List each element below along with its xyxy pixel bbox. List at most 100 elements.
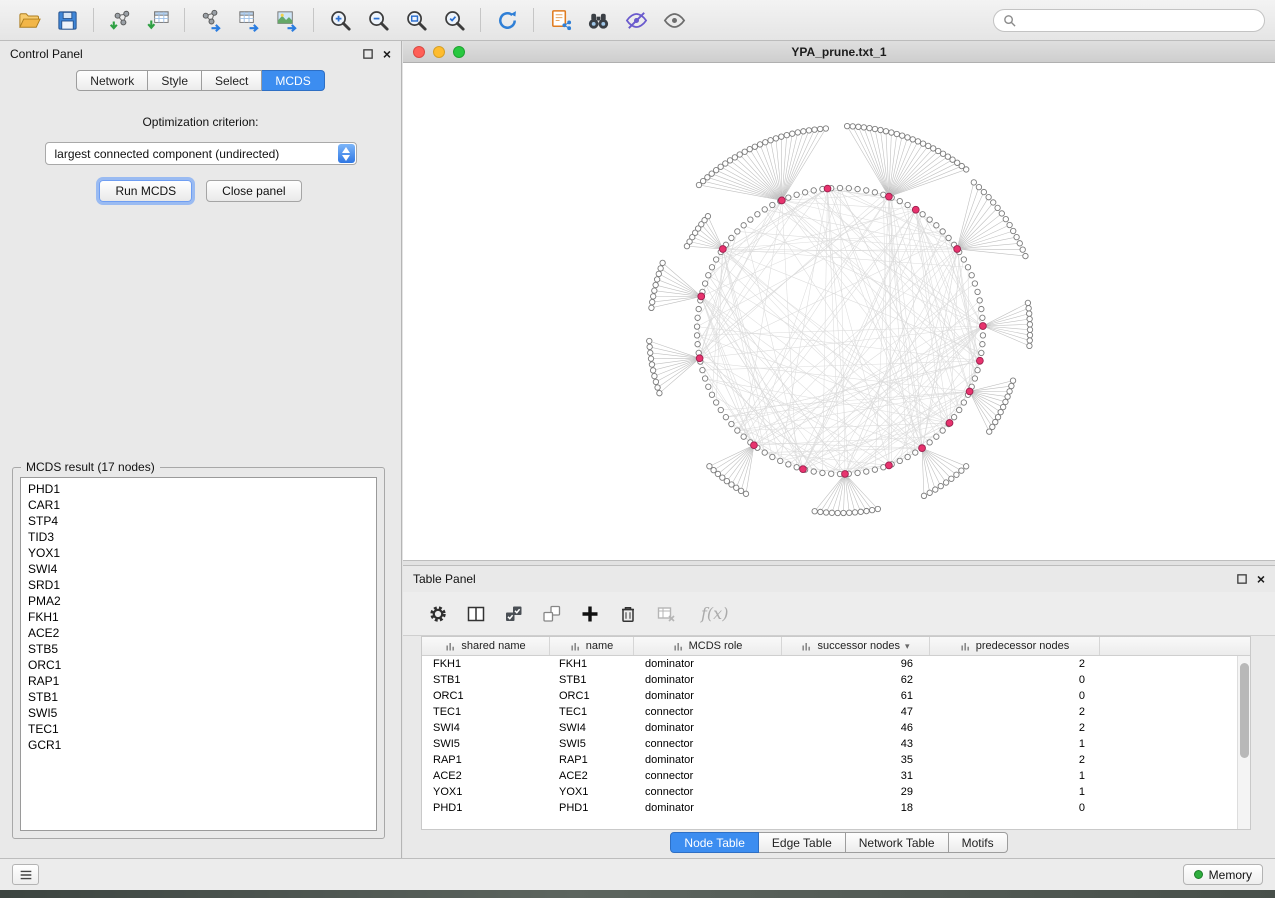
deselect-all-button[interactable]: [541, 603, 563, 625]
delete-column-button[interactable]: [617, 603, 639, 625]
list-item[interactable]: SWI5: [28, 705, 376, 721]
open-session-button[interactable]: [10, 4, 48, 36]
table-row[interactable]: SWI5 SWI5 connector 43 1: [422, 736, 1250, 752]
column-header-successor-nodes[interactable]: successor nodes ▾: [782, 637, 930, 655]
style-tool-button[interactable]: [617, 4, 655, 36]
table-row[interactable]: SWI4 SWI4 dominator 46 2: [422, 720, 1250, 736]
close-panel-icon[interactable]: ×: [1257, 572, 1265, 586]
table-row[interactable]: ORC1 ORC1 dominator 61 0: [422, 688, 1250, 704]
list-item[interactable]: STP4: [28, 513, 376, 529]
tab-mcds[interactable]: MCDS: [262, 70, 324, 91]
refresh-icon: [495, 8, 520, 33]
dropdown-stepper-icon: [338, 144, 355, 163]
run-mcds-button[interactable]: Run MCDS: [99, 180, 192, 202]
toolbar-separator: [184, 8, 185, 32]
zoom-in-button[interactable]: [321, 4, 359, 36]
export-table-button[interactable]: [230, 4, 268, 36]
list-item[interactable]: RAP1: [28, 673, 376, 689]
add-column-button[interactable]: [579, 603, 601, 625]
memory-button[interactable]: Memory: [1183, 864, 1263, 885]
zoom-selected-button[interactable]: [435, 4, 473, 36]
list-item[interactable]: CAR1: [28, 497, 376, 513]
table-row[interactable]: TEC1 TEC1 connector 47 2: [422, 704, 1250, 720]
web-export-button[interactable]: [541, 4, 579, 36]
list-item[interactable]: ACE2: [28, 625, 376, 641]
search-box[interactable]: [993, 9, 1265, 32]
cell-mcds-role: dominator: [634, 674, 782, 686]
tab-network-table[interactable]: Network Table: [846, 832, 949, 853]
cell-successor-nodes: 46: [782, 722, 930, 734]
zoom-out-button[interactable]: [359, 4, 397, 36]
close-panel-button[interactable]: Close panel: [206, 180, 301, 202]
tab-node-table[interactable]: Node Table: [670, 832, 759, 853]
import-network-button[interactable]: [101, 4, 139, 36]
table-row[interactable]: RAP1 RAP1 dominator 35 2: [422, 752, 1250, 768]
tab-edge-table[interactable]: Edge Table: [759, 832, 846, 853]
list-item[interactable]: YOX1: [28, 545, 376, 561]
cell-predecessor-nodes: 0: [930, 802, 1100, 814]
panel-menu-button[interactable]: [12, 864, 39, 885]
list-item[interactable]: GCR1: [28, 737, 376, 753]
show-columns-button[interactable]: [465, 603, 487, 625]
list-item[interactable]: STB5: [28, 641, 376, 657]
search-input[interactable]: [1022, 13, 1255, 27]
find-button[interactable]: [579, 4, 617, 36]
import-table-button[interactable]: [139, 4, 177, 36]
delete-table-icon: [656, 604, 676, 624]
cell-name: ORC1: [550, 690, 634, 702]
table-scrollbar[interactable]: [1237, 656, 1250, 829]
float-panel-icon[interactable]: [362, 48, 374, 60]
network-canvas[interactable]: [403, 63, 1273, 559]
column-header-predecessor-nodes[interactable]: predecessor nodes: [930, 637, 1100, 655]
column-header-name[interactable]: name: [550, 637, 634, 655]
table-row[interactable]: PHD1 PHD1 dominator 18 0: [422, 800, 1250, 816]
layout-refresh-button[interactable]: [488, 4, 526, 36]
tab-motifs[interactable]: Motifs: [949, 832, 1008, 853]
export-network-icon: [199, 8, 224, 33]
zoom-window-button[interactable]: [453, 46, 465, 58]
column-header-shared-name[interactable]: shared name: [422, 637, 550, 655]
cell-successor-nodes: 47: [782, 706, 930, 718]
close-window-button[interactable]: [413, 46, 425, 58]
list-item[interactable]: TID3: [28, 529, 376, 545]
tab-style[interactable]: Style: [148, 70, 202, 91]
list-item[interactable]: STB1: [28, 689, 376, 705]
zoom-fit-button[interactable]: [397, 4, 435, 36]
export-network-button[interactable]: [192, 4, 230, 36]
list-item[interactable]: PHD1: [28, 481, 376, 497]
list-item[interactable]: PMA2: [28, 593, 376, 609]
scrollbar-thumb[interactable]: [1240, 663, 1249, 758]
column-header-mcds-role[interactable]: MCDS role: [634, 637, 782, 655]
export-image-button[interactable]: [268, 4, 306, 36]
float-panel-icon[interactable]: [1236, 573, 1248, 585]
table-row[interactable]: STB1 STB1 dominator 62 0: [422, 672, 1250, 688]
list-item[interactable]: FKH1: [28, 609, 376, 625]
list-item[interactable]: SRD1: [28, 577, 376, 593]
cell-shared-name: FKH1: [422, 658, 550, 670]
cell-shared-name: YOX1: [422, 786, 550, 798]
list-item[interactable]: SWI4: [28, 561, 376, 577]
select-all-button[interactable]: [503, 603, 525, 625]
table-row[interactable]: YOX1 YOX1 connector 29 1: [422, 784, 1250, 800]
table-settings-button[interactable]: [427, 603, 449, 625]
list-item[interactable]: TEC1: [28, 721, 376, 737]
cell-mcds-role: dominator: [634, 658, 782, 670]
column-type-icon: [801, 641, 812, 652]
mcds-result-title: MCDS result (17 nodes): [21, 460, 160, 474]
list-item[interactable]: ORC1: [28, 657, 376, 673]
tab-network[interactable]: Network: [76, 70, 148, 91]
table-row[interactable]: ACE2 ACE2 connector 31 1: [422, 768, 1250, 784]
table-row[interactable]: FKH1 FKH1 dominator 96 2: [422, 656, 1250, 672]
close-panel-icon[interactable]: ×: [383, 47, 391, 61]
minimize-window-button[interactable]: [433, 46, 445, 58]
zoom-selected-icon: [442, 8, 467, 33]
node-table: shared name name MCDS role successor nod…: [421, 636, 1251, 830]
tab-select[interactable]: Select: [202, 70, 262, 91]
zoom-out-icon: [366, 8, 391, 33]
criterion-dropdown[interactable]: largest connected component (undirected): [45, 142, 357, 165]
save-session-button[interactable]: [48, 4, 86, 36]
import-table-icon: [146, 8, 171, 33]
show-graphics-button[interactable]: [655, 4, 693, 36]
column-header-filler: [1100, 637, 1250, 655]
cell-mcds-role: connector: [634, 738, 782, 750]
